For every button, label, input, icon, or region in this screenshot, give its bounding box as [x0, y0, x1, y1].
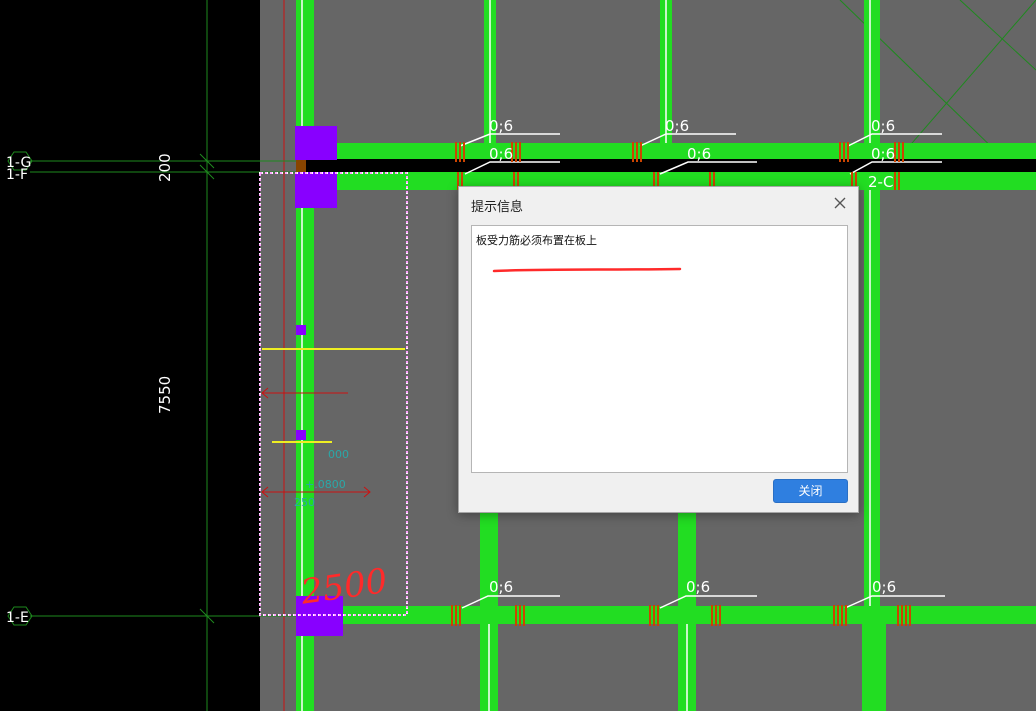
close-icon[interactable] — [832, 195, 848, 211]
beam-label: 0;6 — [871, 117, 895, 135]
dialog-title: 提示信息 — [471, 200, 524, 215]
detail-label: 000 — [328, 448, 349, 461]
detail-label: 250 — [294, 496, 315, 509]
axis-label-f: 1-F — [6, 167, 28, 183]
message-dialog: 提示信息 板受力筋必须布置在板上 关闭 — [458, 186, 859, 513]
beam-label: 0;6 — [665, 117, 689, 135]
dimension-text-7550: 7550 — [156, 376, 174, 414]
dimension-text-200: 200 — [156, 153, 174, 182]
black-gap — [296, 159, 1036, 172]
red-underline-annotation — [492, 267, 682, 273]
beam-label: 0;6 — [686, 578, 710, 596]
column-small-brown — [296, 160, 306, 172]
beam-vertical — [864, 0, 880, 711]
column[interactable] — [295, 172, 337, 208]
beam-label: 0;6 — [872, 578, 896, 596]
column[interactable] — [295, 126, 337, 160]
beam-horizontal-top — [314, 143, 1036, 159]
axis-label-e: 1-E — [6, 610, 29, 626]
dialog-message: 板受力筋必须布置在板上 — [476, 234, 597, 247]
axis-label-c: 2-C — [868, 173, 893, 191]
beam-vertical-bottom — [862, 624, 886, 711]
beam-label: 0;6 — [871, 145, 895, 163]
beam-label: 0;6 — [687, 145, 711, 163]
close-button[interactable]: 关闭 — [773, 479, 848, 503]
column-small — [296, 325, 306, 335]
dialog-message-area: 板受力筋必须布置在板上 — [471, 225, 848, 473]
beam-label: 0;6 — [489, 145, 513, 163]
column-small — [296, 430, 306, 440]
beam-label: 0;6 — [489, 578, 513, 596]
beam-label: 0;6 — [489, 117, 513, 135]
detail-label: +.0800 — [305, 478, 346, 491]
beam-horizontal-bottom — [314, 606, 1036, 624]
